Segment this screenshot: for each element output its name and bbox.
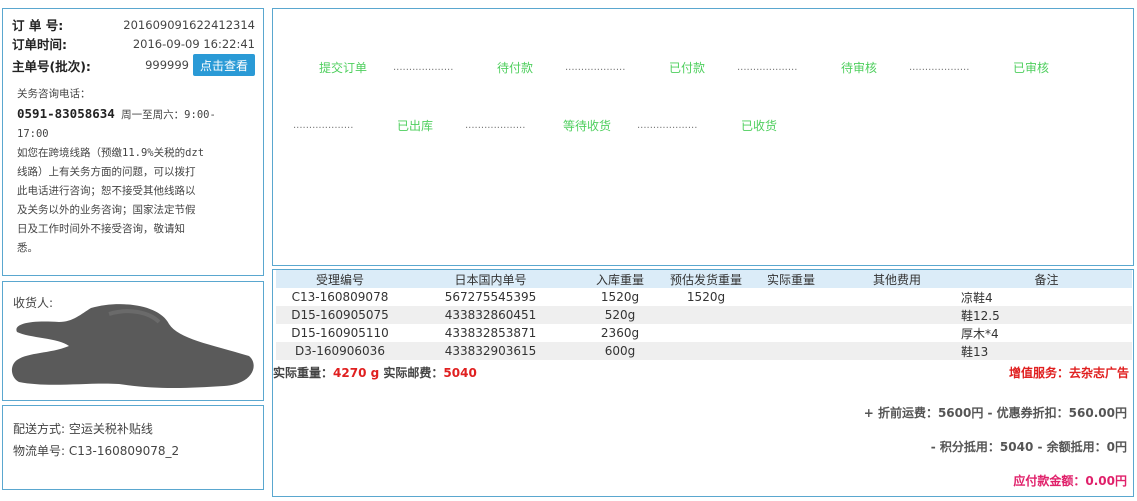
order-time-label: 订单时间: bbox=[12, 37, 67, 52]
consult-note-line: 及关务以外的业务咨询；国家法定节假 bbox=[17, 204, 196, 216]
consult-note-line: 此电话进行咨询；恕不接受其他线路以 bbox=[17, 185, 196, 197]
table-cell: 鞋13 bbox=[961, 342, 1132, 360]
shipping-method: 配送方式: 空运关税补贴线 bbox=[13, 422, 153, 436]
table-cell: 520g bbox=[577, 306, 663, 324]
table-cell bbox=[833, 324, 961, 342]
table-cell: 鞋12.5 bbox=[961, 306, 1132, 324]
column-header: 日本国内单号 bbox=[404, 270, 577, 288]
table-cell: C13-160809078 bbox=[276, 288, 404, 306]
order-number-value: 201609091622412314 bbox=[123, 17, 255, 32]
order-info-panel: 订 单 号: 201609091622412314 订单时间: 2016-09-… bbox=[2, 8, 264, 276]
table-cell bbox=[833, 342, 961, 360]
table-row: D3-160906036 433832903615 600g 鞋13 bbox=[276, 342, 1132, 360]
actual-weight-line: 实际重量：4270 g 实际邮费：5040 bbox=[273, 364, 477, 381]
table-cell: 600g bbox=[577, 342, 663, 360]
table-row: C13-160809078 567275545395 1520g 1520g 凉… bbox=[276, 288, 1132, 306]
column-header: 受理编号 bbox=[276, 270, 404, 288]
status-separator: ................... bbox=[737, 62, 798, 73]
table-cell: 1520g bbox=[663, 288, 749, 306]
actual-weight-label: 实际重量： bbox=[273, 366, 334, 380]
actual-postage-value: 5040 bbox=[443, 366, 477, 380]
status-step: 待付款 bbox=[497, 61, 534, 75]
view-batch-button[interactable]: 点击查看 bbox=[192, 54, 255, 76]
status-separator: ................... bbox=[565, 62, 626, 73]
table-cell: 433832903615 bbox=[404, 342, 577, 360]
status-step: 待审核 bbox=[841, 61, 878, 75]
table-cell bbox=[663, 306, 749, 324]
table-cell: D15-160905110 bbox=[276, 324, 404, 342]
consult-hours: 周一至周六：9:00- bbox=[121, 109, 216, 121]
status-separator: ................... bbox=[637, 120, 698, 131]
table-cell bbox=[749, 342, 833, 360]
actual-postage-label: 实际邮费： bbox=[383, 366, 444, 380]
table-cell: 1520g bbox=[577, 288, 663, 306]
table-cell: 567275545395 bbox=[404, 288, 577, 306]
shipping-panel: 配送方式: 空运关税补贴线 物流单号: C13-160809078_2 bbox=[2, 405, 264, 490]
table-cell: 2360g bbox=[577, 324, 663, 342]
table-row: D15-160905110 433832853871 2360g 厚木*4 bbox=[276, 324, 1132, 342]
order-time-value: 2016-09-09 16:22:41 bbox=[132, 36, 255, 51]
status-step: 已收货 bbox=[741, 119, 778, 133]
status-step: 已付款 bbox=[669, 61, 706, 75]
table-row: D15-160905075 433832860451 520g 鞋12.5 bbox=[276, 306, 1132, 324]
batch-value: 999999 bbox=[145, 58, 189, 72]
status-separator: ................... bbox=[293, 120, 354, 131]
consult-title: 关务咨询电话： bbox=[17, 88, 91, 100]
table-cell bbox=[749, 324, 833, 342]
column-header: 实际重量 bbox=[749, 270, 833, 288]
status-step: 提交订单 bbox=[319, 61, 368, 75]
amount-due: 应付款金额：0.00円 bbox=[1013, 474, 1127, 488]
table-cell: D15-160905075 bbox=[276, 306, 404, 324]
table-cell: 凉鞋4 bbox=[961, 288, 1132, 306]
column-header: 入库重量 bbox=[577, 270, 663, 288]
column-header: 其他费用 bbox=[833, 270, 961, 288]
table-cell: 433832853871 bbox=[404, 324, 577, 342]
table-cell bbox=[663, 324, 749, 342]
consult-hours-end: 17:00 bbox=[17, 128, 49, 140]
items-table: 受理编号 日本国内单号 入库重量 预估发货重量 实际重量 其他费用 备注 C13… bbox=[276, 270, 1132, 360]
status-step: 已审核 bbox=[1013, 61, 1050, 75]
redaction-scribble bbox=[11, 304, 254, 388]
order-number-row: 订 单 号: 201609091622412314 bbox=[12, 15, 255, 34]
column-header: 备注 bbox=[961, 270, 1132, 288]
table-cell bbox=[749, 306, 833, 324]
consult-note-line: 悉。 bbox=[17, 242, 38, 254]
batch-label: 主单号(批次): bbox=[12, 58, 91, 74]
table-cell bbox=[833, 306, 961, 324]
status-separator: ................... bbox=[465, 120, 526, 131]
table-cell: 433832860451 bbox=[404, 306, 577, 324]
order-status-panel: 提交订单 ................... 待付款 ...........… bbox=[272, 8, 1134, 266]
items-panel: 受理编号 日本国内单号 入库重量 预估发货重量 实际重量 其他费用 备注 C13… bbox=[272, 269, 1134, 497]
value-added-service: 增值服务：去杂志广告 bbox=[1008, 366, 1129, 380]
consult-note-line: 日及工作时间外不接受咨询，敬请知 bbox=[17, 223, 185, 235]
column-header: 预估发货重量 bbox=[663, 270, 749, 288]
status-separator: ................... bbox=[909, 62, 970, 73]
deduction-line: - 积分抵用：5040 - 余额抵用：0円 bbox=[930, 440, 1127, 454]
status-step: 等待收货 bbox=[563, 119, 612, 133]
batch-row: 主单号(批次): 999999 点击查看 bbox=[12, 53, 255, 77]
table-cell bbox=[833, 288, 961, 306]
table-header-row: 受理编号 日本国内单号 入库重量 预估发货重量 实际重量 其他费用 备注 bbox=[276, 270, 1132, 288]
fee-breakdown-line: + 折前运费：5600円 - 优惠券折扣：560.00円 bbox=[863, 406, 1127, 420]
consult-phone: 0591-83058634 bbox=[17, 106, 115, 121]
table-cell: D3-160906036 bbox=[276, 342, 404, 360]
table-cell: 厚木*4 bbox=[961, 324, 1132, 342]
tracking-number: 物流单号: C13-160809078_2 bbox=[13, 444, 180, 458]
status-step: 已出库 bbox=[397, 119, 434, 133]
order-number-label: 订 单 号: bbox=[12, 18, 64, 33]
consult-note-line: 线路）上有关务方面的问题，可以拨打 bbox=[17, 166, 196, 178]
table-cell bbox=[749, 288, 833, 306]
customs-consult-block: 关务咨询电话： 0591-83058634 周一至周六：9:00- 17:00 … bbox=[12, 85, 255, 258]
consignee-panel: 收货人: bbox=[2, 281, 264, 401]
consult-note-line: 如您在跨境线路（预缴11.9%关税的dzt bbox=[17, 147, 205, 159]
actual-weight-value: 4270 g bbox=[333, 366, 380, 380]
table-cell bbox=[663, 342, 749, 360]
status-separator: ................... bbox=[393, 62, 454, 73]
order-time-row: 订单时间: 2016-09-09 16:22:41 bbox=[12, 34, 255, 53]
